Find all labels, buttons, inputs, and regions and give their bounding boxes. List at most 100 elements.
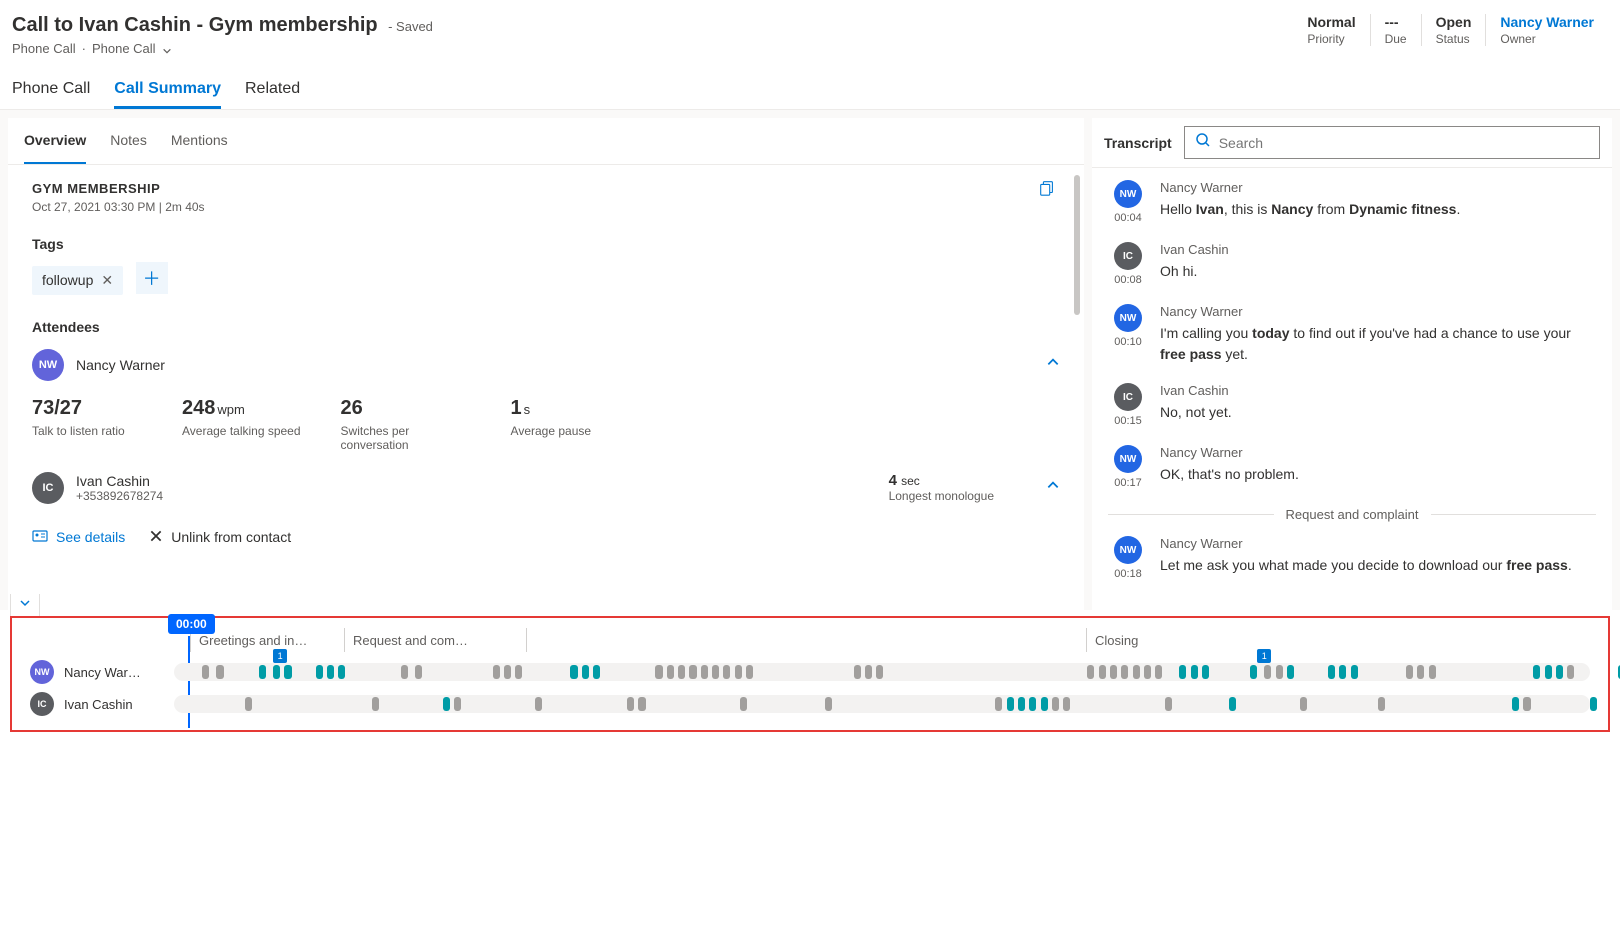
- timeline-section[interactable]: [526, 628, 1086, 652]
- timeline-segment[interactable]: [1250, 665, 1257, 679]
- timeline-segment[interactable]: [723, 665, 730, 679]
- timeline-track[interactable]: 11: [174, 663, 1590, 681]
- collapse-chevron-icon[interactable]: [10, 594, 40, 617]
- timeline-segment[interactable]: [1339, 665, 1346, 679]
- timeline-segment[interactable]: [1179, 665, 1186, 679]
- see-details-link[interactable]: See details: [32, 528, 125, 547]
- transcript-message[interactable]: NW00:17Nancy WarnerOK, that's no problem…: [1108, 445, 1596, 489]
- timeline-segment[interactable]: [1523, 697, 1530, 711]
- timeline-section[interactable]: Closing: [1086, 628, 1590, 652]
- timeline-segment[interactable]: [1052, 697, 1059, 711]
- timeline-segment[interactable]: [627, 697, 634, 711]
- timeline-segment[interactable]: [415, 665, 422, 679]
- chevron-up-icon[interactable]: [1046, 355, 1060, 374]
- tab-call-summary[interactable]: Call Summary: [114, 72, 221, 109]
- timeline-segment[interactable]: [1556, 665, 1563, 679]
- timeline-segment[interactable]: [535, 697, 542, 711]
- timeline-segment[interactable]: [1417, 665, 1424, 679]
- timeline-segment[interactable]: [316, 665, 323, 679]
- copy-icon[interactable]: [1038, 179, 1056, 202]
- tab-phone-call[interactable]: Phone Call: [12, 72, 90, 109]
- timeline-segment[interactable]: [740, 697, 747, 711]
- timeline-segment[interactable]: [712, 665, 719, 679]
- timeline-marker[interactable]: 1: [1257, 649, 1271, 663]
- timeline-segment[interactable]: [1087, 665, 1094, 679]
- tag-chip[interactable]: followup ✕: [32, 266, 123, 295]
- timeline-segment[interactable]: [1063, 697, 1070, 711]
- timeline-segment[interactable]: [1545, 665, 1552, 679]
- tab-related[interactable]: Related: [245, 72, 300, 109]
- attendee-row[interactable]: IC Ivan Cashin +353892678274 4 sec Longe…: [32, 472, 1060, 504]
- timeline-segment[interactable]: [1264, 665, 1271, 679]
- timeline-segment[interactable]: [273, 665, 280, 679]
- timeline-segment[interactable]: [216, 665, 223, 679]
- timeline-segment[interactable]: [1099, 665, 1106, 679]
- timeline-segment[interactable]: [1029, 697, 1036, 711]
- timeline-segment[interactable]: [1512, 697, 1519, 711]
- timeline-segment[interactable]: [515, 665, 522, 679]
- subtab-mentions[interactable]: Mentions: [171, 118, 228, 164]
- search-input[interactable]: [1219, 135, 1589, 151]
- close-icon[interactable]: ✕: [101, 272, 113, 289]
- meta-item[interactable]: NormalPriority: [1293, 14, 1369, 46]
- timeline-segment[interactable]: [338, 665, 345, 679]
- timeline-segment[interactable]: [995, 697, 1002, 711]
- timeline-segment[interactable]: [1287, 665, 1294, 679]
- attendee-row[interactable]: NW Nancy Warner: [32, 349, 1060, 381]
- transcript-message[interactable]: NW00:10Nancy WarnerI'm calling you today…: [1108, 304, 1596, 365]
- timeline-segment[interactable]: [1165, 697, 1172, 711]
- subtab-notes[interactable]: Notes: [110, 118, 147, 164]
- playhead-line[interactable]: [188, 636, 190, 728]
- timeline-segment[interactable]: [1567, 665, 1574, 679]
- add-tag-button[interactable]: ＋: [136, 262, 168, 294]
- timeline-segment[interactable]: [593, 665, 600, 679]
- timeline-segment[interactable]: [1351, 665, 1358, 679]
- unlink-link[interactable]: Unlink from contact: [149, 528, 291, 547]
- timeline-segment[interactable]: [1229, 697, 1236, 711]
- timeline-segment[interactable]: [1191, 665, 1198, 679]
- timeline-segment[interactable]: [202, 665, 209, 679]
- timeline-segment[interactable]: [735, 665, 742, 679]
- timeline-segment[interactable]: [1590, 697, 1597, 711]
- timeline-segment[interactable]: [1378, 697, 1385, 711]
- chevron-up-icon[interactable]: [1046, 478, 1060, 497]
- transcript-message[interactable]: NW00:18Nancy WarnerLet me ask you what m…: [1108, 536, 1596, 580]
- meta-item[interactable]: Nancy WarnerOwner: [1485, 14, 1608, 46]
- timeline-segment[interactable]: [1328, 665, 1335, 679]
- transcript-message[interactable]: IC00:15Ivan CashinNo, not yet.: [1108, 383, 1596, 427]
- timeline-segment[interactable]: [1041, 697, 1048, 711]
- timeline-segment[interactable]: [372, 697, 379, 711]
- timeline-segment[interactable]: [1018, 697, 1025, 711]
- timeline-segment[interactable]: [655, 665, 662, 679]
- timeline-segment[interactable]: [667, 665, 674, 679]
- timeline-segment[interactable]: [1202, 665, 1209, 679]
- meta-item[interactable]: ---Due: [1370, 14, 1421, 46]
- timeline-segment[interactable]: [701, 665, 708, 679]
- timeline-segment[interactable]: [259, 665, 266, 679]
- timeline-segment[interactable]: [493, 665, 500, 679]
- timeline-marker[interactable]: 1: [273, 649, 287, 663]
- timeline-segment[interactable]: [746, 665, 753, 679]
- timeline-segment[interactable]: [876, 665, 883, 679]
- timeline-segment[interactable]: [1276, 665, 1283, 679]
- timeline-segment[interactable]: [825, 697, 832, 711]
- timeline-segment[interactable]: [638, 697, 645, 711]
- timeline-track[interactable]: [174, 695, 1590, 713]
- timeline-segment[interactable]: [1110, 665, 1117, 679]
- playhead-badge[interactable]: 00:00: [168, 614, 215, 634]
- timeline-segment[interactable]: [570, 665, 577, 679]
- subtab-overview[interactable]: Overview: [24, 118, 86, 164]
- timeline-segment[interactable]: [1155, 665, 1162, 679]
- timeline-segment[interactable]: [582, 665, 589, 679]
- subtitle[interactable]: Phone Call · Phone Call: [12, 41, 433, 56]
- timeline-segment[interactable]: [245, 697, 252, 711]
- timeline-segment[interactable]: [865, 665, 872, 679]
- chevron-down-icon[interactable]: [162, 44, 172, 54]
- timeline-segment[interactable]: [1007, 697, 1014, 711]
- timeline-segment[interactable]: [854, 665, 861, 679]
- timeline-segment[interactable]: [327, 665, 334, 679]
- timeline-section[interactable]: Request and com…: [344, 628, 526, 652]
- timeline-segment[interactable]: [454, 697, 461, 711]
- transcript-message[interactable]: NW00:04Nancy WarnerHello Ivan, this is N…: [1108, 180, 1596, 224]
- transcript-message[interactable]: IC00:08Ivan CashinOh hi.: [1108, 242, 1596, 286]
